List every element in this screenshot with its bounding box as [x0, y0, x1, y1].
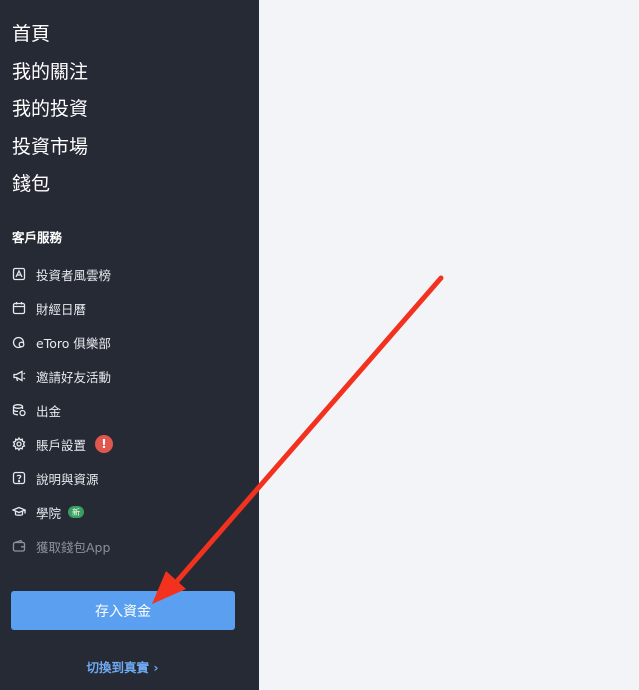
- service-label: 出金: [36, 403, 62, 419]
- gear-icon: [12, 437, 26, 451]
- leaderboard-icon: [12, 267, 26, 281]
- megaphone-icon: [12, 369, 26, 383]
- main-nav: 首頁 我的關注 我的投資 投資市場 錢包: [12, 18, 88, 206]
- club-icon: [12, 335, 26, 349]
- coins-icon: [12, 403, 26, 417]
- deposit-funds-button[interactable]: 存入資金: [11, 591, 235, 630]
- switch-to-real-link[interactable]: 切換到真實 ›: [0, 657, 245, 676]
- sidebar: 首頁 我的關注 我的投資 投資市場 錢包 客戶服務 投資者風雲榜 財經日曆 eT…: [0, 0, 259, 690]
- new-badge: 新: [68, 506, 85, 518]
- nav-item-home[interactable]: 首頁: [12, 18, 88, 56]
- alert-badge: !: [95, 435, 114, 453]
- service-label: 財經日曆: [36, 301, 87, 317]
- services-section-title: 客戶服務: [12, 230, 63, 245]
- help-icon: [12, 471, 26, 485]
- service-item-calendar[interactable]: 財經日曆: [12, 291, 113, 325]
- service-label: 獲取錢包App: [36, 539, 111, 555]
- service-label: 邀請好友活動: [36, 369, 112, 385]
- wallet-icon: [12, 539, 26, 553]
- nav-item-markets[interactable]: 投資市場: [12, 131, 88, 169]
- service-item-leaderboard[interactable]: 投資者風雲榜: [12, 257, 113, 291]
- nav-item-portfolio[interactable]: 我的投資: [12, 93, 88, 131]
- academy-icon: [12, 505, 26, 519]
- service-item-invite-friends[interactable]: 邀請好友活動: [12, 359, 113, 393]
- services-list: 投資者風雲榜 財經日曆 eToro 俱樂部 邀請好友活動 出金 賬戶設置 ! 說…: [12, 257, 114, 563]
- nav-item-wallet[interactable]: 錢包: [12, 168, 88, 206]
- service-item-academy[interactable]: 學院 新: [12, 495, 113, 529]
- service-label: 賬戶設置: [36, 437, 87, 453]
- service-item-club[interactable]: eToro 俱樂部: [12, 325, 113, 359]
- service-item-help[interactable]: 說明與資源: [12, 461, 113, 495]
- calendar-icon: [12, 301, 26, 315]
- service-label: 說明與資源: [36, 471, 99, 487]
- service-item-account-settings[interactable]: 賬戶設置 !: [12, 427, 114, 461]
- service-item-get-wallet-app[interactable]: 獲取錢包App: [12, 529, 113, 563]
- nav-item-watchlist[interactable]: 我的關注: [12, 56, 88, 94]
- main-content-area: [259, 0, 639, 690]
- service-label: 投資者風雲榜: [36, 267, 112, 283]
- service-item-withdraw[interactable]: 出金: [12, 393, 113, 427]
- service-label: eToro 俱樂部: [36, 335, 111, 351]
- service-label: 學院: [36, 505, 62, 521]
